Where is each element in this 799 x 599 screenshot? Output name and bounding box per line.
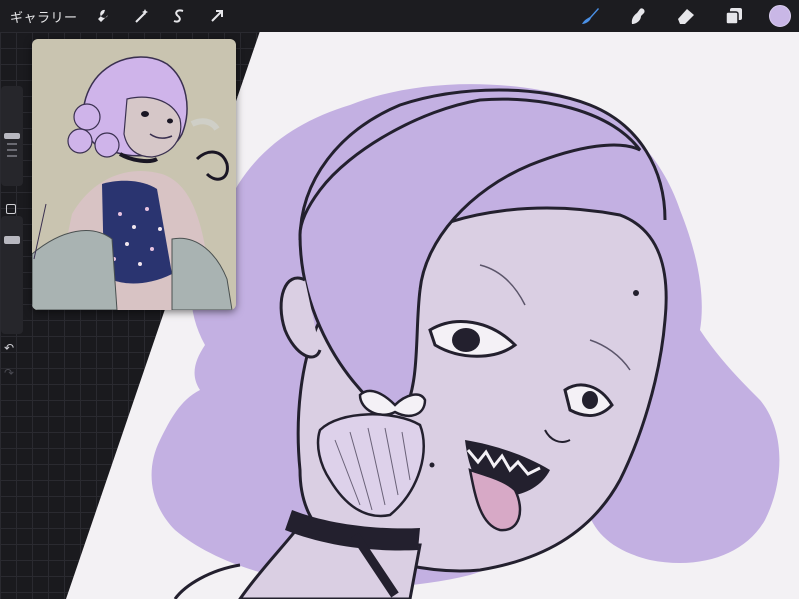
- eraser-icon[interactable]: [673, 3, 699, 29]
- selection-icon[interactable]: [166, 3, 192, 29]
- toolbar-right-group: [577, 0, 799, 32]
- opacity-slider[interactable]: [1, 216, 23, 334]
- slider-tick: [7, 143, 17, 145]
- reference-window[interactable]: [32, 39, 236, 310]
- slider-tick: [7, 155, 17, 157]
- layers-icon[interactable]: [721, 3, 747, 29]
- top-toolbar: ギャラリー: [0, 0, 799, 32]
- wrench-icon[interactable]: [90, 3, 116, 29]
- brush-size-thumb[interactable]: [4, 133, 20, 139]
- transform-arrow-icon[interactable]: [204, 3, 230, 29]
- smudge-icon[interactable]: [625, 3, 651, 29]
- current-color-swatch[interactable]: [769, 5, 791, 27]
- brush-size-slider[interactable]: [1, 86, 23, 186]
- redo-icon[interactable]: ↷: [4, 366, 14, 380]
- left-sidebar: ↶ ↷: [0, 86, 23, 386]
- modify-button-icon[interactable]: [6, 204, 16, 214]
- opacity-thumb[interactable]: [4, 236, 20, 244]
- undo-icon[interactable]: ↶: [4, 341, 14, 355]
- magic-wand-icon[interactable]: [128, 3, 154, 29]
- slider-tick: [7, 149, 17, 151]
- brush-icon[interactable]: [577, 3, 603, 29]
- gallery-button[interactable]: ギャラリー: [10, 7, 78, 26]
- workspace: ギャラリー ↶ ↷: [0, 0, 799, 599]
- reference-image: [32, 39, 236, 310]
